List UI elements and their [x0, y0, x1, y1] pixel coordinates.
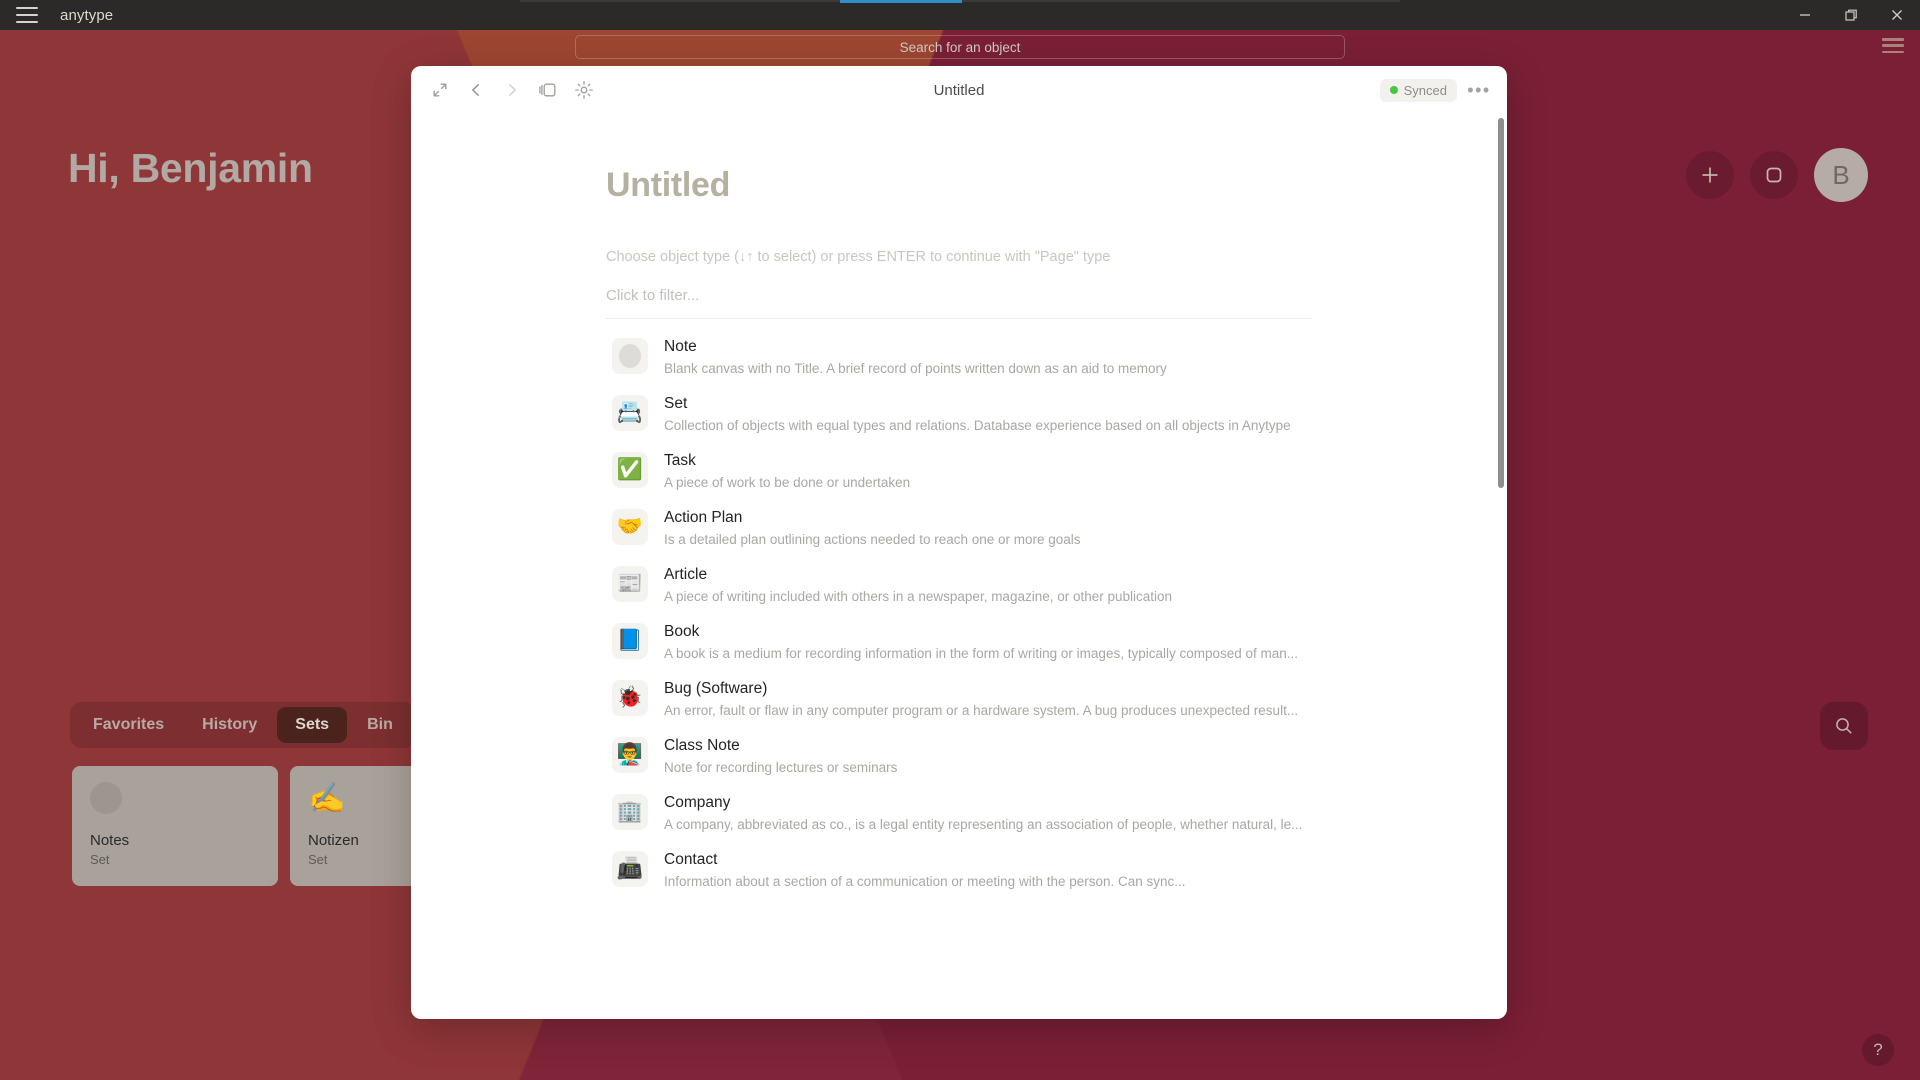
app-search-bar: Search for an object — [0, 30, 1920, 64]
search-input[interactable]: Search for an object — [575, 35, 1345, 59]
search-icon[interactable] — [1820, 702, 1868, 750]
object-type-list: Note Blank canvas with no Title. A brief… — [606, 329, 1312, 899]
office-building-icon: 🏢 — [612, 794, 648, 830]
home-actions: B — [1686, 148, 1868, 202]
tab-favorites[interactable]: Favorites — [75, 707, 182, 743]
modal-header-actions: Synced ••• — [1379, 76, 1493, 104]
list-item[interactable]: 👨‍🏫 Class Note Note for recording lectur… — [606, 728, 1312, 785]
tab-bin[interactable]: Bin — [349, 707, 411, 743]
modal-body: Untitled Choose object type (↓↑ to selec… — [411, 114, 1507, 1019]
document-title[interactable]: Untitled — [606, 166, 1312, 205]
list-item[interactable]: 🤝 Action Plan Is a detailed plan outlini… — [606, 500, 1312, 557]
hamburger-icon[interactable] — [16, 7, 38, 23]
blank-circle-icon — [612, 338, 648, 374]
type-description: A piece of writing included with others … — [664, 589, 1173, 604]
type-name: Action Plan — [664, 509, 743, 526]
list-item[interactable]: 📇 Set Collection of objects with equal t… — [606, 386, 1312, 443]
close-icon[interactable] — [1874, 0, 1920, 30]
modal-header: Untitled Synced ••• — [411, 66, 1507, 114]
list-item[interactable]: 🐞 Bug (Software) An error, fault or flaw… — [606, 671, 1312, 728]
check-mark-icon: ✅ — [612, 452, 648, 488]
newspaper-icon: 📰 — [612, 566, 648, 602]
window-controls — [1782, 0, 1920, 30]
expand-icon[interactable] — [425, 75, 455, 105]
type-name: Article — [664, 566, 708, 583]
scrollbar-thumb[interactable] — [1498, 118, 1504, 488]
more-options-icon[interactable]: ••• — [1465, 76, 1493, 104]
home-tabs: Favorites History Sets Bin — [70, 702, 416, 748]
avatar[interactable]: B — [1814, 148, 1868, 202]
new-object-button[interactable] — [1750, 151, 1798, 199]
window-titlebar: anytype — [0, 0, 1920, 30]
search-placeholder: Search for an object — [899, 39, 1021, 55]
lady-beetle-icon: 🐞 — [612, 680, 648, 716]
type-description: A piece of work to be done or undertaken — [664, 475, 911, 490]
add-button[interactable] — [1686, 151, 1734, 199]
status-dot-icon — [1389, 86, 1398, 94]
app-title: anytype — [60, 6, 114, 24]
tab-history[interactable]: History — [184, 707, 275, 743]
hamburger-icon[interactable] — [1882, 38, 1904, 53]
type-name: Book — [664, 623, 700, 640]
list-item[interactable]: Notes Set — [72, 766, 278, 886]
modal-navigation — [425, 75, 599, 105]
choose-type-hint: Choose object type (↓↑ to select) or pre… — [606, 249, 1111, 265]
list-item[interactable]: ✅ Task A piece of work to be done or und… — [606, 443, 1312, 500]
card-title: Notes — [90, 832, 130, 849]
list-item[interactable]: 📠 Contact Information about a section of… — [606, 842, 1312, 899]
type-name: Class Note — [664, 737, 740, 754]
type-description: A company, abbreviated as co., is a lega… — [664, 817, 1303, 832]
help-button[interactable]: ? — [1862, 1034, 1894, 1066]
card-subtitle: Set — [90, 852, 110, 867]
type-name: Company — [664, 794, 731, 811]
list-item[interactable]: 📰 Article A piece of writing included wi… — [606, 557, 1312, 614]
teacher-icon: 👨‍🏫 — [612, 737, 648, 773]
handshake-icon: 🤝 — [612, 509, 648, 545]
list-item[interactable]: 📘 Book A book is a medium for recording … — [606, 614, 1312, 671]
status-badge[interactable]: Synced — [1379, 78, 1457, 102]
page-title: Hi, Benjamin — [68, 145, 313, 191]
list-item[interactable]: Note Blank canvas with no Title. A brief… — [606, 329, 1312, 386]
object-modal: Untitled Synced ••• Untitled Choose obje… — [411, 66, 1507, 1019]
type-name: Note — [664, 338, 697, 355]
type-name: Bug (Software) — [664, 680, 768, 697]
minimize-icon[interactable] — [1782, 0, 1828, 30]
fax-machine-icon: 📠 — [612, 851, 648, 887]
type-name: Contact — [664, 851, 718, 868]
type-description: A book is a medium for recording informa… — [664, 646, 1299, 661]
status-label: Synced — [1403, 82, 1447, 98]
type-description: Is a detailed plan outlining actions nee… — [664, 532, 1081, 547]
active-tab-accent — [840, 0, 962, 3]
type-description: Information about a section of a communi… — [664, 874, 1186, 889]
type-description: Blank canvas with no Title. A brief reco… — [664, 361, 1167, 376]
card-index-icon: 📇 — [612, 395, 648, 431]
book-icon: 📘 — [612, 623, 648, 659]
type-description: Collection of objects with equal types a… — [664, 418, 1291, 433]
list-item[interactable]: 🏢 Company A company, abbreviated as co.,… — [606, 785, 1312, 842]
scrollbar[interactable] — [1498, 118, 1504, 1014]
blank-circle-icon — [90, 782, 260, 820]
type-description: An error, fault or flaw in any computer … — [664, 703, 1299, 718]
sun-burst-icon[interactable] — [569, 75, 599, 105]
type-description: Note for recording lectures or seminars — [664, 760, 898, 775]
tab-sets[interactable]: Sets — [277, 707, 348, 743]
filter-input[interactable]: Click to filter... — [606, 287, 1312, 319]
maximize-icon[interactable] — [1828, 0, 1874, 30]
sidebar-toggle-icon[interactable] — [533, 75, 563, 105]
chevron-left-icon[interactable] — [461, 75, 491, 105]
chevron-right-icon[interactable] — [497, 75, 527, 105]
type-name: Set — [664, 395, 688, 412]
type-name: Task — [664, 452, 696, 469]
